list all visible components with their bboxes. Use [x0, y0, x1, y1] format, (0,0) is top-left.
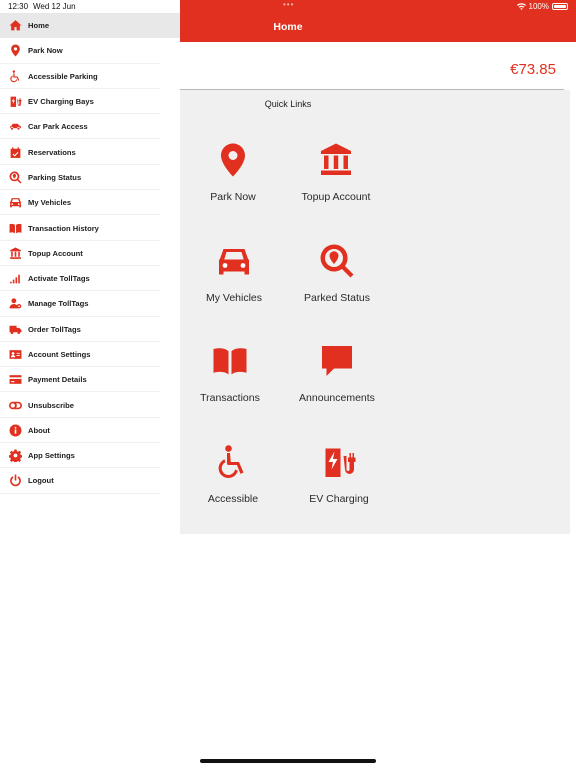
menu-item-label: Manage TollTags: [28, 299, 89, 309]
menu-item-label: About: [28, 425, 50, 435]
bank-icon: [318, 142, 354, 178]
menu-item-label: Order TollTags: [28, 324, 81, 334]
signal-icon: [8, 272, 22, 286]
menu-item-label: Activate TollTags: [28, 274, 90, 284]
quick-link-label: Parked Status: [304, 292, 370, 304]
info-icon: [8, 423, 22, 437]
menu-item-car-park-access[interactable]: Car Park Access: [0, 114, 180, 140]
status-time: 12:30: [8, 2, 29, 11]
menu-item-label: Accessible Parking: [28, 71, 98, 81]
wifi-icon: [516, 2, 526, 11]
bank-icon: [8, 246, 22, 260]
book-icon: [212, 343, 248, 379]
menu-item-park-now[interactable]: Park Now: [0, 38, 180, 64]
menu-item-topup-account[interactable]: Topup Account: [0, 241, 180, 267]
search-location-icon: [319, 243, 355, 279]
menu-item-home[interactable]: Home: [0, 13, 180, 39]
speech-bubble-icon: [319, 343, 355, 379]
menu-item-activate-tolltags[interactable]: Activate TollTags: [0, 266, 180, 292]
home-indicator[interactable]: [200, 759, 376, 763]
wheelchair-icon: [215, 444, 251, 480]
map-pin-icon: [215, 142, 251, 178]
menu-item-app-settings[interactable]: App Settings: [0, 443, 180, 469]
menu-item-account-settings[interactable]: Account Settings: [0, 342, 180, 368]
truck-icon: [8, 322, 22, 336]
battery-percent: 100%: [528, 2, 549, 11]
home-icon: [8, 19, 22, 33]
car-icon: [8, 196, 22, 210]
menu-item-label: Car Park Access: [28, 122, 88, 132]
quick-link-label: Transactions: [200, 392, 260, 404]
menu-item-label: Home: [28, 21, 50, 31]
menu-item-my-vehicles[interactable]: My Vehicles: [0, 190, 180, 216]
quick-link-label: Topup Account: [301, 191, 371, 203]
top-bar: ••• Home 100%: [180, 0, 576, 42]
menu-item-label: App Settings: [28, 451, 75, 461]
quick-link-label: My Vehicles: [205, 292, 263, 304]
menu-item-label: My Vehicles: [28, 198, 72, 208]
quick-link-label: Accessible: [207, 493, 259, 505]
menu-item-label: Account Settings: [28, 350, 91, 359]
car-icon: [216, 243, 252, 279]
quick-link-announcements[interactable]: Announcements: [282, 343, 392, 423]
wheelchair-icon: [8, 69, 22, 83]
user-settings-icon: [8, 297, 22, 311]
quick-link-parked-status[interactable]: Parked Status: [282, 243, 392, 323]
quick-link-label: EV Charging: [309, 493, 369, 505]
quick-links-panel: Quick Links Park Now Topup Account My Ve…: [180, 90, 570, 534]
menu-item-logout[interactable]: Logout: [0, 468, 180, 494]
quick-link-my-vehicles[interactable]: My Vehicles: [179, 243, 289, 323]
menu-item-label: Transaction History: [28, 223, 99, 233]
menu-item-label: EV Charging Bays: [28, 97, 94, 107]
menu-item-label: Logout: [28, 476, 54, 486]
menu-item-reservations[interactable]: Reservations: [0, 139, 180, 166]
menu-item-label: Park Now: [28, 46, 63, 56]
menu-item-label: Payment Details: [28, 375, 87, 385]
quick-link-ev-charging[interactable]: EV Charging: [284, 444, 394, 524]
menu-item-label: Topup Account: [28, 248, 83, 258]
menu-item-transaction-history[interactable]: Transaction History: [0, 215, 180, 241]
car-side-icon: [8, 120, 22, 134]
menu-item-manage-tolltags[interactable]: Manage TollTags: [0, 291, 180, 317]
book-icon: [8, 221, 22, 235]
menu-item-about[interactable]: About: [0, 418, 180, 444]
quick-link-transactions[interactable]: Transactions: [175, 343, 285, 423]
quick-links-title: Quick Links: [264, 99, 312, 109]
quick-link-label: Park Now: [210, 191, 256, 203]
map-pin-icon: [8, 44, 22, 58]
toggle-off-icon: [8, 398, 22, 412]
gear-icon: [8, 449, 22, 463]
menu-item-payment-details[interactable]: Payment Details: [0, 367, 180, 393]
status-date: Wed 12 Jun: [33, 2, 76, 11]
battery-icon: [552, 3, 568, 10]
calendar-check-icon: [8, 145, 22, 159]
status-indicators: 100%: [516, 2, 568, 11]
menu-item-label: Unsubscribe: [28, 400, 74, 410]
multitasking-dots[interactable]: •••: [283, 0, 294, 9]
quick-link-label: Announcements: [299, 392, 375, 404]
id-card-icon: [8, 348, 22, 362]
ev-charger-icon: [8, 95, 22, 109]
search-location-icon: [8, 170, 22, 184]
menu-item-label: Parking Status: [28, 172, 82, 182]
quick-link-park-now[interactable]: Park Now: [178, 142, 288, 222]
menu-item-order-tolltags[interactable]: Order TollTags: [0, 317, 180, 343]
power-icon: [8, 474, 22, 488]
menu-item-accessible-parking[interactable]: Accessible Parking: [0, 64, 180, 90]
credit-card-icon: [8, 373, 22, 387]
menu-item-parking-status[interactable]: Parking Status: [0, 165, 180, 191]
page-title: Home: [273, 21, 303, 33]
menu-item-unsubscribe[interactable]: Unsubscribe: [0, 392, 180, 419]
quick-link-accessible[interactable]: Accessible: [178, 444, 288, 524]
menu-item-label: Reservations: [28, 147, 76, 157]
side-menu: 12:30 Wed 12 Jun Home Park Now Accessibl…: [0, 0, 180, 768]
account-balance: €73.85: [510, 61, 556, 78]
menu-item-ev-charging-bays[interactable]: EV Charging Bays: [0, 89, 180, 115]
ev-charger-icon: [321, 444, 357, 480]
quick-link-topup-account[interactable]: Topup Account: [281, 142, 391, 222]
menu-list: Home Park Now Accessible Parking EV Char…: [0, 13, 180, 494]
